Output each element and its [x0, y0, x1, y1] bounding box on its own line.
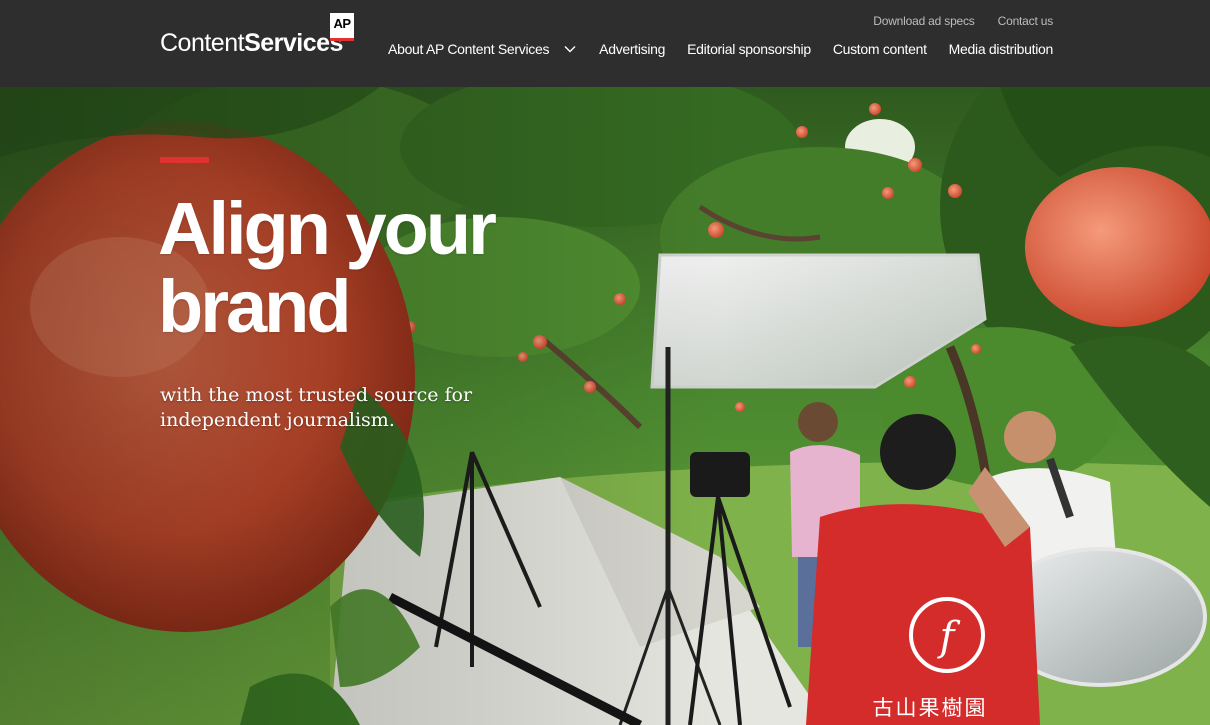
hero-subhead: with the most trusted source for indepen…	[160, 384, 473, 431]
chevron-down-icon[interactable]	[563, 42, 577, 56]
ap-logo-badge: AP	[330, 13, 354, 41]
logo-wordmark: ContentServices	[160, 29, 343, 58]
logo-word-content: Content	[160, 29, 245, 57]
main-nav: About AP Content Services Advertising Ed…	[388, 41, 1053, 57]
nav-about-link[interactable]: About AP Content Services	[388, 41, 549, 57]
download-ad-specs-link[interactable]: Download ad specs	[873, 14, 975, 28]
hero-section: f 古山果樹園 Align your brand with the most t…	[0, 87, 1210, 725]
ap-badge-underline	[330, 38, 354, 41]
nav-custom-content-link[interactable]: Custom content	[833, 41, 927, 57]
nav-about-dropdown[interactable]: About AP Content Services	[388, 41, 577, 57]
hero-headline: Align your brand	[158, 187, 497, 348]
nav-media-distribution-link[interactable]: Media distribution	[949, 41, 1054, 57]
contact-us-link[interactable]: Contact us	[998, 14, 1054, 28]
site-header: ContentServices AP Download ad specs Con…	[0, 0, 1210, 87]
utility-nav: Download ad specs Contact us	[873, 14, 1053, 28]
nav-advertising-link[interactable]: Advertising	[599, 41, 665, 57]
headline-accent-bar	[160, 157, 209, 163]
nav-editorial-sponsorship-link[interactable]: Editorial sponsorship	[687, 41, 811, 57]
logo-word-services: Services	[244, 29, 343, 57]
ap-badge-text: AP	[333, 16, 351, 31]
